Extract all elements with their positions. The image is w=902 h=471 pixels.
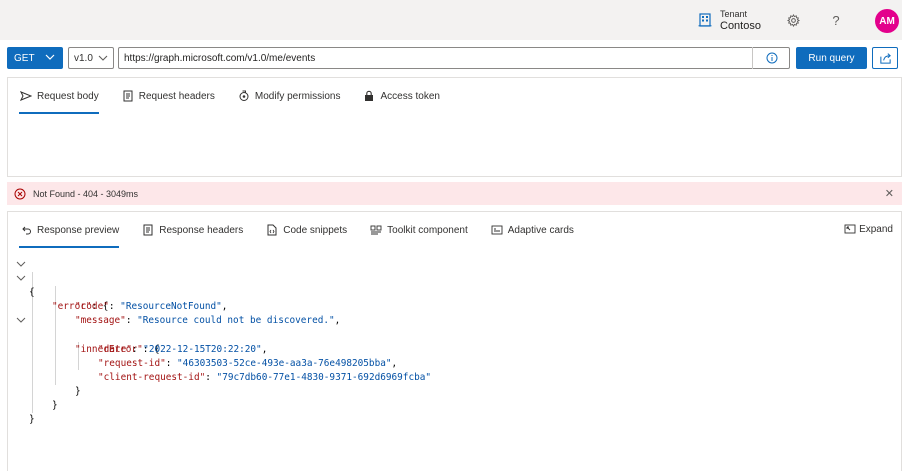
building-icon <box>697 12 713 28</box>
expand-icon <box>844 224 856 234</box>
request-tabs: Request body Request headers Modify perm… <box>8 78 451 114</box>
question-icon[interactable]: ? <box>828 12 844 28</box>
tab-request-body[interactable]: Request body <box>19 78 99 114</box>
tab-access-token[interactable]: Access token <box>362 78 440 114</box>
tab-label: Response headers <box>159 224 244 236</box>
badge-icon <box>237 89 251 103</box>
tab-label: Request body <box>37 90 99 102</box>
request-panel: Request body Request headers Modify perm… <box>7 77 902 177</box>
tenant-label: Tenant <box>720 9 748 19</box>
response-json-viewer[interactable]: { "error": { "code": "ResourceNotFound",… <box>8 258 888 426</box>
chevron-down-icon <box>44 51 56 66</box>
tab-label: Request headers <box>138 90 215 102</box>
json-line: } <box>75 385 81 397</box>
tab-request-headers[interactable]: Request headers <box>121 78 215 114</box>
run-query-button[interactable]: Run query <box>796 47 867 69</box>
share-icon[interactable] <box>872 47 898 69</box>
code-file-icon <box>265 223 279 237</box>
tab-response-headers[interactable]: Response headers <box>141 212 243 248</box>
json-line: "client-request-id": "79c7db60-77e1-4830… <box>98 371 432 383</box>
expand-button[interactable]: Expand <box>844 223 893 235</box>
tab-label: Adaptive cards <box>507 224 574 236</box>
tab-label: Code snippets <box>283 224 348 236</box>
expand-label: Expand <box>859 223 893 235</box>
response-tabs: Response preview Response headers Code s… <box>8 212 585 248</box>
avatar[interactable]: AM <box>875 9 899 33</box>
version-dropdown[interactable]: v1.0 <box>68 47 114 69</box>
json-line: "code": "ResourceNotFound", <box>75 301 228 313</box>
status-text: Not Found - 404 - 3049ms <box>33 188 139 199</box>
toolkit-icon <box>369 223 383 237</box>
tab-label: Response preview <box>37 224 120 236</box>
method-label: GET <box>14 52 35 64</box>
chevron-down-icon[interactable] <box>16 259 26 269</box>
lock-icon <box>362 89 376 103</box>
tenant-switcher[interactable]: Tenant Contoso <box>697 8 761 32</box>
undo-icon <box>19 223 33 237</box>
card-icon <box>490 223 504 237</box>
status-message-bar: Not Found - 404 - 3049ms ✕ <box>7 182 902 205</box>
tab-toolkit-component[interactable]: Toolkit component <box>369 212 468 248</box>
response-panel: Response preview Response headers Code s… <box>7 211 902 471</box>
json-line: } <box>52 399 58 411</box>
tenant-name: Contoso <box>720 20 761 32</box>
chevron-down-icon[interactable] <box>16 273 26 283</box>
json-line: "innerError": { <box>8 314 888 355</box>
http-method-dropdown[interactable]: GET <box>7 47 63 69</box>
document-icon <box>141 223 155 237</box>
tab-code-snippets[interactable]: Code snippets <box>265 212 347 248</box>
error-circle-icon <box>14 187 27 200</box>
json-line: "request-id": "46303503-52ce-493e-aa3a-7… <box>98 357 398 369</box>
info-icon[interactable] <box>752 47 790 69</box>
chevron-down-icon[interactable] <box>16 315 26 325</box>
tab-modify-permissions[interactable]: Modify permissions <box>237 78 341 114</box>
json-line: "date": "2022-12-15T20:22:20", <box>98 343 268 355</box>
version-label: v1.0 <box>74 52 93 64</box>
gear-icon[interactable] <box>785 12 801 28</box>
json-line: } <box>29 414 35 426</box>
tab-label: Toolkit component <box>387 224 468 236</box>
json-line: "error": { <box>8 272 888 312</box>
url-input[interactable]: https://graph.microsoft.com/v1.0/me/even… <box>118 47 790 69</box>
send-icon <box>19 89 33 103</box>
tab-label: Modify permissions <box>254 90 341 102</box>
json-line: "message": "Resource could not be discov… <box>75 315 341 327</box>
close-icon[interactable]: ✕ <box>885 187 894 200</box>
tab-label: Access token <box>380 90 440 102</box>
tab-adaptive-cards[interactable]: Adaptive cards <box>490 212 574 248</box>
url-value: https://graph.microsoft.com/v1.0/me/even… <box>124 52 316 64</box>
json-line: { <box>8 258 888 298</box>
document-icon <box>121 89 135 103</box>
top-bar: Tenant Contoso ? AM <box>0 0 902 40</box>
tab-response-preview[interactable]: Response preview <box>19 212 120 248</box>
chevron-down-icon <box>97 52 109 67</box>
